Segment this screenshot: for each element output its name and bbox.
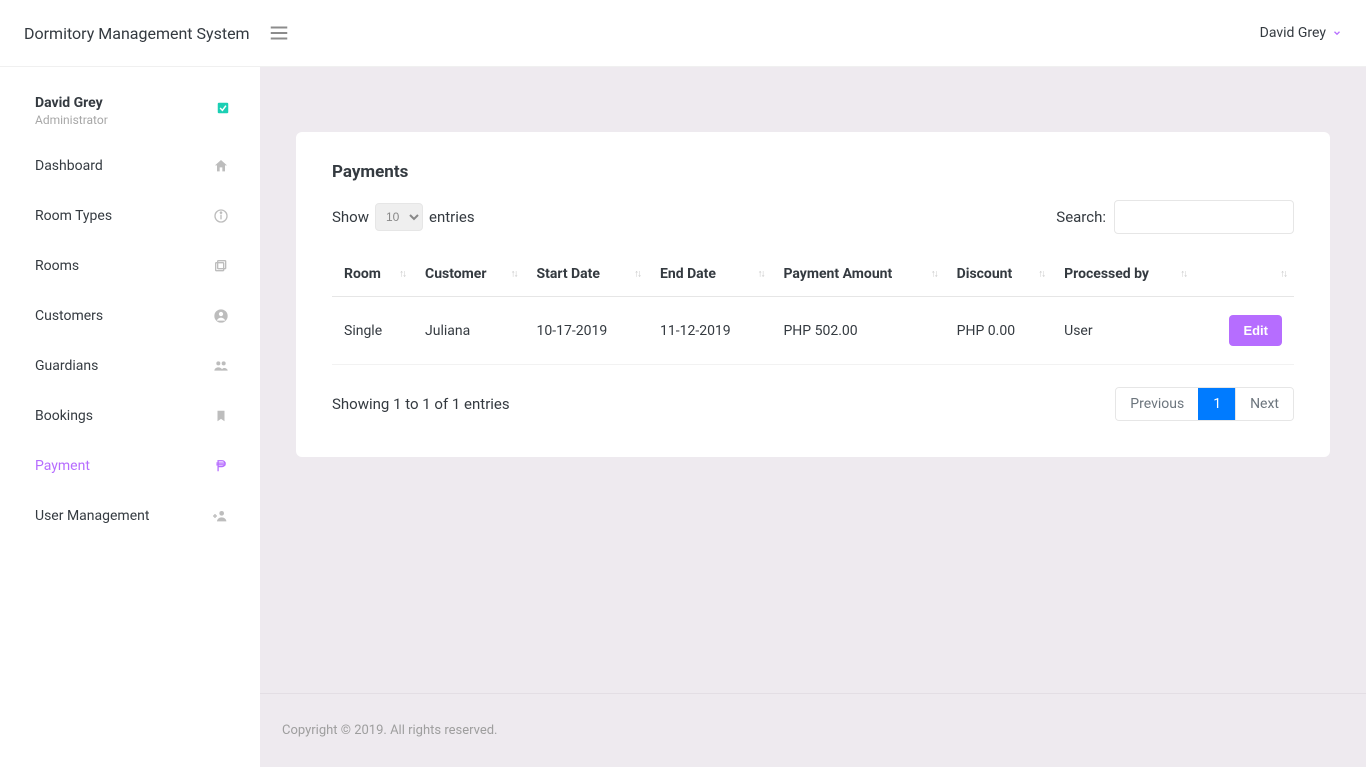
search-group: Search: (1056, 200, 1294, 234)
pagination: Previous 1 Next (1115, 387, 1294, 421)
sort-icon: ↑↓ (931, 269, 937, 280)
sidebar-item-rooms[interactable]: Rooms (0, 241, 260, 291)
people-icon (212, 357, 230, 375)
payments-card: Payments Show 10 entries Search: (296, 132, 1330, 457)
payments-table: Room↑↓ Customer↑↓ Start Date↑↓ End Date↑… (332, 252, 1294, 365)
length-entries-label: entries (429, 208, 475, 226)
home-icon (212, 157, 230, 175)
user-menu[interactable]: David Grey (1260, 25, 1342, 41)
info-icon (212, 207, 230, 225)
length-select[interactable]: 10 (375, 203, 423, 231)
hamburger-icon[interactable] (268, 22, 290, 44)
cell-room: Single (332, 297, 413, 365)
length-show-label: Show (332, 208, 369, 226)
sidebar-item-bookings[interactable]: Bookings (0, 391, 260, 441)
edit-button[interactable]: Edit (1229, 315, 1282, 346)
cell-processed-by: User (1052, 297, 1194, 365)
bookmark-icon (212, 407, 230, 425)
page-prev[interactable]: Previous (1116, 388, 1198, 420)
sidebar-item-label: Rooms (35, 258, 79, 274)
sidebar-item-room-types[interactable]: Room Types (0, 191, 260, 241)
peso-icon (212, 457, 230, 475)
main: Payments Show 10 entries Search: (260, 67, 1366, 767)
user-plus-icon (212, 507, 230, 525)
profile-role: Administrator (35, 113, 108, 127)
sidebar-item-label: Customers (35, 308, 103, 324)
sidebar: David Grey Administrator Dashboard Room … (0, 67, 260, 767)
page-1[interactable]: 1 (1198, 388, 1235, 420)
col-processed-by[interactable]: Processed by↑↓ (1052, 252, 1194, 297)
col-amount[interactable]: Payment Amount↑↓ (771, 252, 944, 297)
sidebar-item-label: Bookings (35, 408, 93, 424)
sidebar-item-label: Payment (35, 458, 90, 474)
cell-start: 10-17-2019 (525, 297, 648, 365)
sort-icon: ↑↓ (511, 269, 517, 280)
sidebar-item-user-management[interactable]: User Management (0, 491, 260, 541)
page-next[interactable]: Next (1235, 388, 1293, 420)
table-row: Single Juliana 10-17-2019 11-12-2019 PHP… (332, 297, 1294, 365)
col-actions: ↑↓ (1194, 252, 1294, 297)
footer-text: Copyright © 2019. All rights reserved. (282, 723, 497, 738)
cell-discount: PHP 0.00 (945, 297, 1052, 365)
verified-icon (216, 101, 230, 115)
chevron-down-icon (1332, 28, 1342, 38)
cell-customer: Juliana (413, 297, 524, 365)
sort-icon: ↑↓ (1280, 269, 1286, 280)
user-circle-icon (212, 307, 230, 325)
topbar: Dormitory Management System David Grey (0, 0, 1366, 67)
col-start-date[interactable]: Start Date↑↓ (525, 252, 648, 297)
col-end-date[interactable]: End Date↑↓ (648, 252, 771, 297)
sidebar-item-dashboard[interactable]: Dashboard (0, 141, 260, 191)
sidebar-item-label: User Management (35, 508, 149, 524)
footer: Copyright © 2019. All rights reserved. (260, 693, 1366, 767)
sidebar-item-label: Guardians (35, 358, 98, 374)
user-name: David Grey (1260, 25, 1326, 41)
cell-end: 11-12-2019 (648, 297, 771, 365)
sidebar-item-customers[interactable]: Customers (0, 291, 260, 341)
sidebar-profile: David Grey Administrator (0, 77, 260, 141)
table-info: Showing 1 to 1 of 1 entries (332, 395, 510, 413)
app-title: Dormitory Management System (24, 24, 260, 43)
cell-amount: PHP 502.00 (771, 297, 944, 365)
sort-icon: ↑↓ (1180, 269, 1186, 280)
search-input[interactable] (1114, 200, 1294, 234)
sidebar-nav: Dashboard Room Types Rooms Customers Gua… (0, 141, 260, 541)
sort-icon: ↑↓ (1038, 269, 1044, 280)
sidebar-item-label: Dashboard (35, 158, 103, 174)
sort-icon: ↑↓ (634, 269, 640, 280)
sidebar-item-label: Room Types (35, 208, 112, 224)
search-label: Search: (1056, 208, 1106, 226)
sort-icon: ↑↓ (757, 269, 763, 280)
sort-icon: ↑↓ (399, 269, 405, 280)
col-room[interactable]: Room↑↓ (332, 252, 413, 297)
layers-icon (212, 257, 230, 275)
length-menu: Show 10 entries (332, 203, 475, 231)
sidebar-item-payment[interactable]: Payment (0, 441, 260, 491)
profile-name: David Grey (35, 95, 108, 111)
sidebar-item-guardians[interactable]: Guardians (0, 341, 260, 391)
col-discount[interactable]: Discount↑↓ (945, 252, 1052, 297)
col-customer[interactable]: Customer↑↓ (413, 252, 524, 297)
page-title: Payments (332, 162, 1294, 182)
